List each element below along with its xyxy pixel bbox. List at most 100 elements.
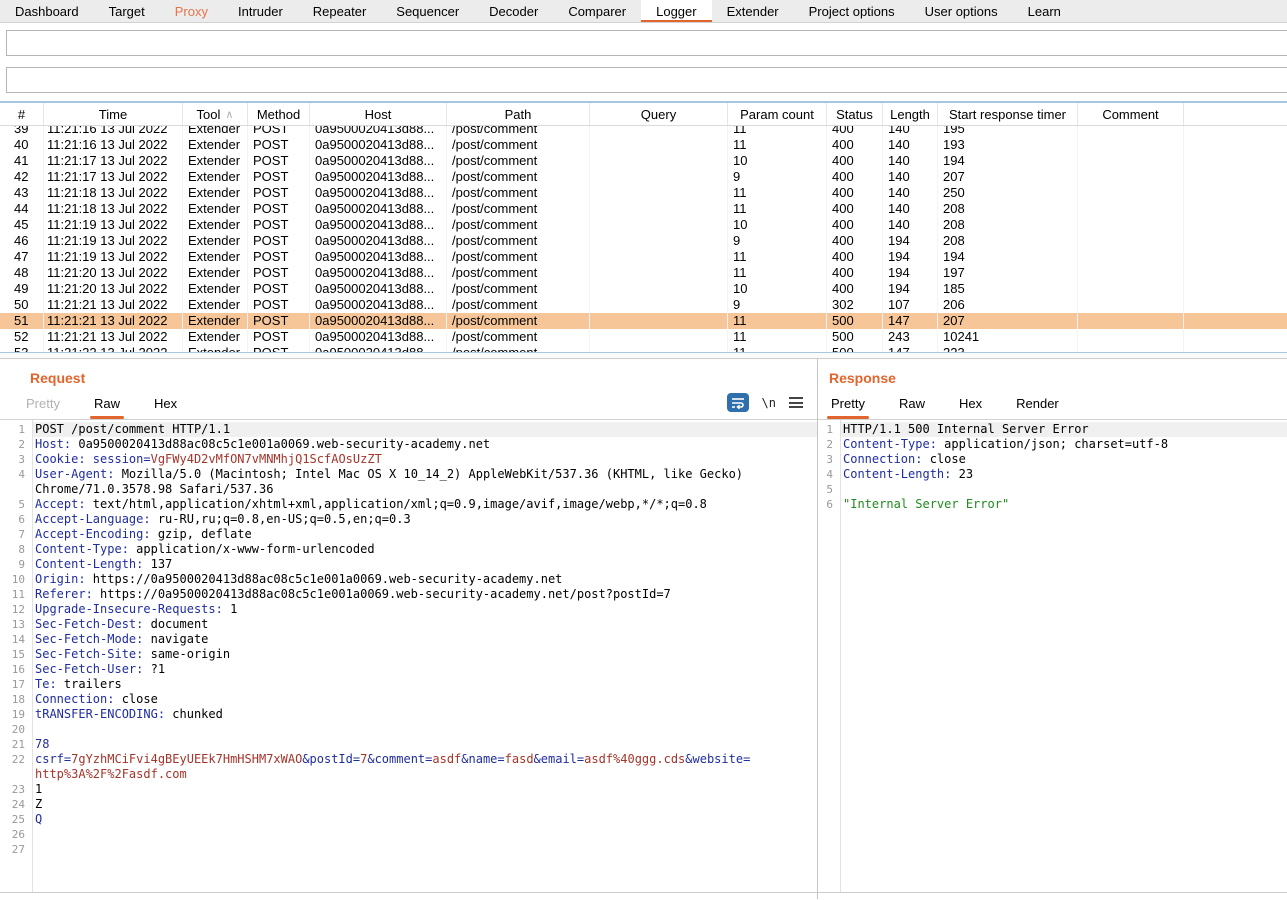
cell-host: 0a9500020413d88...: [310, 126, 447, 137]
cell-status: 400: [827, 169, 883, 185]
line-number: 8: [0, 542, 32, 557]
capture-filter-bar[interactable]: Capture filter: Logger memory limit set …: [6, 30, 1287, 56]
word-wrap-icon[interactable]: [727, 393, 749, 412]
table-row[interactable]: 4411:21:18 13 Jul 2022ExtenderPOST0a9500…: [0, 201, 1287, 217]
code-line: 18Connection: close: [0, 692, 817, 707]
line-number: 19: [0, 707, 32, 722]
top-tab-decoder[interactable]: Decoder: [474, 0, 553, 22]
top-tab-dashboard[interactable]: Dashboard: [0, 0, 94, 22]
code-segment: Upgrade-Insecure-Requests:: [35, 602, 223, 616]
top-tab-proxy[interactable]: Proxy: [160, 0, 223, 22]
column-header-comment[interactable]: Comment: [1078, 103, 1184, 125]
cell-host: 0a9500020413d88...: [310, 169, 447, 185]
response-tab-pretty[interactable]: Pretty: [827, 396, 869, 419]
column-header-method[interactable]: Method: [248, 103, 310, 125]
code-text: Referer: https://0a9500020413d88ac08c5c1…: [32, 587, 817, 602]
table-row[interactable]: 4111:21:17 13 Jul 2022ExtenderPOST0a9500…: [0, 153, 1287, 169]
cell-host: 0a9500020413d88...: [310, 313, 447, 329]
table-row[interactable]: 4311:21:18 13 Jul 2022ExtenderPOST0a9500…: [0, 185, 1287, 201]
code-segment: Connection:: [35, 692, 114, 706]
cell-comment: [1078, 313, 1184, 329]
line-number: 2: [0, 437, 32, 452]
table-row[interactable]: 5211:21:21 13 Jul 2022ExtenderPOST0a9500…: [0, 329, 1287, 345]
request-tab-pretty[interactable]: Pretty: [22, 396, 64, 419]
code-segment: navigate: [143, 632, 208, 646]
line-number: 3: [818, 452, 840, 467]
table-row[interactable]: 5011:21:21 13 Jul 2022ExtenderPOST0a9500…: [0, 297, 1287, 313]
column-header-time[interactable]: Time: [44, 103, 183, 125]
code-text: Z: [32, 797, 817, 812]
code-segment: tRANSFER-ENCODING:: [35, 707, 165, 721]
top-tab-repeater[interactable]: Repeater: [298, 0, 381, 22]
table-row[interactable]: 4511:21:19 13 Jul 2022ExtenderPOST0a9500…: [0, 217, 1287, 233]
top-tab-project-options[interactable]: Project options: [794, 0, 910, 22]
table-row[interactable]: 4611:21:19 13 Jul 2022ExtenderPOST0a9500…: [0, 233, 1287, 249]
column-header-start-response-timer[interactable]: Start response timer: [938, 103, 1078, 125]
top-tab-intruder[interactable]: Intruder: [223, 0, 298, 22]
cell-tool: Extender: [183, 265, 248, 281]
request-tab-hex[interactable]: Hex: [150, 396, 181, 419]
column-header-query[interactable]: Query: [590, 103, 728, 125]
top-tab-logger[interactable]: Logger: [641, 0, 711, 22]
code-line: 24Z: [0, 797, 817, 812]
cell-num: 39: [0, 126, 44, 137]
response-editor[interactable]: 1HTTP/1.1 500 Internal Server Error2Cont…: [818, 420, 1287, 893]
response-panel-title: Response: [818, 359, 1287, 391]
request-tab-bar: Pretty Raw Hex \n: [0, 391, 817, 420]
cell-tool: Extender: [183, 201, 248, 217]
response-tab-bar: Pretty Raw Hex Render: [818, 391, 1287, 420]
column-header-host[interactable]: Host: [310, 103, 447, 125]
response-tab-hex[interactable]: Hex: [955, 396, 986, 419]
top-tab-user-options[interactable]: User options: [910, 0, 1013, 22]
logger-table-body[interactable]: 3911:21:16 13 Jul 2022ExtenderPOST0a9500…: [0, 126, 1287, 353]
top-tab-extender[interactable]: Extender: [712, 0, 794, 22]
cell-query: [590, 137, 728, 153]
response-tab-raw[interactable]: Raw: [895, 396, 929, 419]
table-row[interactable]: 4911:21:20 13 Jul 2022ExtenderPOST0a9500…: [0, 281, 1287, 297]
cell-time: 11:21:18 13 Jul 2022: [44, 201, 183, 217]
cell-tool: Extender: [183, 249, 248, 265]
table-row[interactable]: 4711:21:19 13 Jul 2022ExtenderPOST0a9500…: [0, 249, 1287, 265]
code-line: 26: [0, 827, 817, 842]
column-header-num[interactable]: #: [0, 103, 44, 125]
table-row[interactable]: 4211:21:17 13 Jul 2022ExtenderPOST0a9500…: [0, 169, 1287, 185]
top-tab-comparer[interactable]: Comparer: [553, 0, 641, 22]
code-line: 14Sec-Fetch-Mode: navigate: [0, 632, 817, 647]
code-segment: VgFWy4D2vMfON7vMNMhjQ1ScfAOsUzZT: [151, 452, 382, 466]
line-number: 1: [0, 422, 32, 437]
column-header-length[interactable]: Length: [883, 103, 938, 125]
request-tab-raw[interactable]: Raw: [90, 396, 124, 419]
newline-toggle-icon[interactable]: \n: [762, 396, 776, 410]
code-segment: ru-RU,ru;q=0.8,en-US;q=0.5,en;q=0.3: [151, 512, 411, 526]
message-panels: Request PrettyRawHex \n 1POST /post/comm…: [0, 359, 1287, 899]
code-segment: Host:: [35, 437, 71, 451]
top-tab-bar: DashboardTargetProxyIntruderRepeaterSequ…: [0, 0, 1287, 23]
top-tab-target[interactable]: Target: [94, 0, 160, 22]
code-segment: &name=: [461, 752, 504, 766]
cell-length: 140: [883, 217, 938, 233]
request-editor[interactable]: 1POST /post/comment HTTP/1.12Host: 0a950…: [0, 420, 817, 893]
code-segment: close: [922, 452, 965, 466]
column-header-param-count[interactable]: Param count: [728, 103, 827, 125]
view-filter-bar[interactable]: View filter: Showing all items: [6, 67, 1287, 93]
column-header-path[interactable]: Path: [447, 103, 590, 125]
table-row[interactable]: 4011:21:16 13 Jul 2022ExtenderPOST0a9500…: [0, 137, 1287, 153]
column-header-status[interactable]: Status: [827, 103, 883, 125]
code-text: Content-Type: application/x-www-form-url…: [32, 542, 817, 557]
code-line: 5Accept: text/html,application/xhtml+xml…: [0, 497, 817, 512]
column-header-tool[interactable]: Tool∧: [183, 103, 248, 125]
table-row[interactable]: 5311:21:22 13 Jul 2022ExtenderPOST0a9500…: [0, 345, 1287, 353]
table-row[interactable]: 3911:21:16 13 Jul 2022ExtenderPOST0a9500…: [0, 126, 1287, 137]
table-row[interactable]: 4811:21:20 13 Jul 2022ExtenderPOST0a9500…: [0, 265, 1287, 281]
column-header-label: Param count: [740, 107, 814, 122]
cell-comment: [1078, 185, 1184, 201]
response-tab-render[interactable]: Render: [1012, 396, 1063, 419]
code-text: Accept-Encoding: gzip, deflate: [32, 527, 817, 542]
top-tab-sequencer[interactable]: Sequencer: [381, 0, 474, 22]
code-segment: Accept-Encoding:: [35, 527, 151, 541]
top-tab-learn[interactable]: Learn: [1013, 0, 1076, 22]
cell-method: POST: [248, 329, 310, 345]
cell-start-response-timer: 194: [938, 249, 1078, 265]
menu-icon[interactable]: [789, 397, 803, 408]
table-row-selected[interactable]: 5111:21:21 13 Jul 2022ExtenderPOST0a9500…: [0, 313, 1287, 329]
